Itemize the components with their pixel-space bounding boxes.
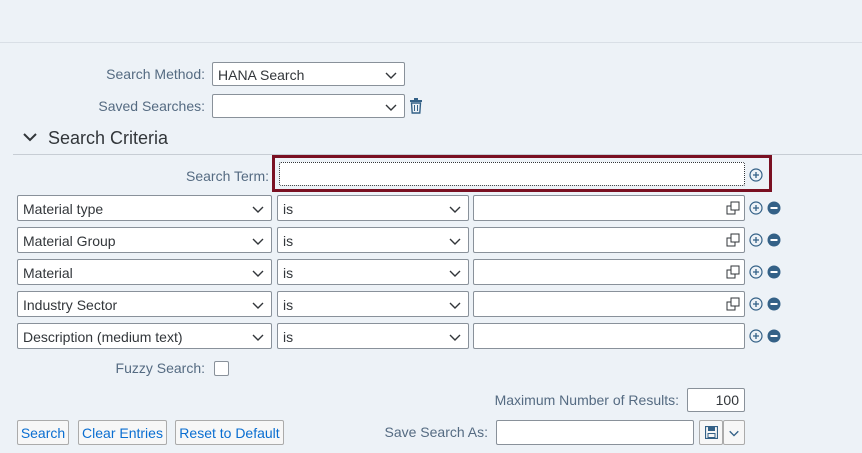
- remove-row-icon[interactable]: [767, 201, 781, 215]
- remove-row-icon[interactable]: [767, 329, 781, 343]
- saved-searches-select[interactable]: [212, 94, 405, 118]
- add-row-icon[interactable]: [749, 297, 763, 311]
- section-title: Search Criteria: [48, 128, 169, 148]
- saved-searches-label: Saved Searches:: [98, 98, 205, 114]
- value-help-icon[interactable]: [726, 233, 740, 247]
- delete-icon[interactable]: [409, 98, 423, 114]
- chevron-down-icon: [449, 238, 461, 245]
- criteria-value-input[interactable]: [473, 195, 745, 221]
- add-icon[interactable]: [749, 168, 763, 182]
- search-method-select[interactable]: HANA Search: [212, 62, 405, 86]
- criteria-operator-value: is: [283, 265, 294, 281]
- clear-entries-button[interactable]: Clear Entries: [78, 420, 167, 445]
- value-help-icon[interactable]: [726, 297, 740, 311]
- chevron-down-icon: [252, 206, 264, 213]
- chevron-down-icon: [449, 270, 461, 277]
- chevron-down-icon: [385, 104, 397, 111]
- max-results-label: Maximum Number of Results:: [494, 392, 679, 408]
- add-row-icon[interactable]: [749, 233, 763, 247]
- criteria-operator-select[interactable]: is: [277, 323, 469, 349]
- criteria-operator-select[interactable]: is: [277, 227, 469, 253]
- add-row-icon[interactable]: [749, 201, 763, 215]
- reset-default-button[interactable]: Reset to Default: [175, 420, 284, 445]
- chevron-down-icon: [729, 430, 739, 437]
- criteria-field-select[interactable]: Industry Sector: [17, 291, 272, 317]
- criteria-value-input[interactable]: [473, 227, 745, 253]
- criteria-operator-value: is: [283, 201, 294, 217]
- max-results-input[interactable]: 100: [687, 388, 745, 412]
- chevron-down-icon: [449, 302, 461, 309]
- value-help-icon[interactable]: [726, 201, 740, 215]
- chevron-down-icon: [252, 238, 264, 245]
- criteria-operator-value: is: [283, 329, 294, 345]
- criteria-field-select[interactable]: Material: [17, 259, 272, 285]
- criteria-value-input[interactable]: [473, 291, 745, 317]
- chevron-down-icon: [449, 206, 461, 213]
- criteria-field-value: Material type: [23, 201, 104, 217]
- fuzzy-search-checkbox[interactable]: [214, 361, 229, 376]
- criteria-operator-select[interactable]: is: [277, 195, 469, 221]
- criteria-field-value: Material Group: [23, 233, 116, 249]
- criteria-operator-value: is: [283, 233, 294, 249]
- criteria-value-input[interactable]: [473, 259, 745, 285]
- remove-row-icon[interactable]: [767, 297, 781, 311]
- collapse-chevron-icon[interactable]: [22, 130, 38, 144]
- criteria-field-select[interactable]: Description (medium text): [17, 323, 272, 349]
- criteria-operator-select[interactable]: is: [277, 259, 469, 285]
- max-results-value: 100: [715, 392, 739, 408]
- criteria-field-value: Industry Sector: [23, 297, 118, 313]
- chevron-down-icon: [252, 334, 264, 341]
- fuzzy-search-label: Fuzzy Search:: [115, 360, 205, 376]
- search-term-label: Search Term:: [186, 168, 269, 184]
- save-icon: [705, 426, 718, 439]
- remove-row-icon[interactable]: [767, 233, 781, 247]
- save-button[interactable]: [699, 420, 723, 445]
- save-options-button[interactable]: [723, 420, 745, 445]
- criteria-field-value: Material: [23, 265, 73, 281]
- criteria-operator-value: is: [283, 297, 294, 313]
- value-help-icon[interactable]: [726, 265, 740, 279]
- top-toolbar: [0, 0, 862, 43]
- search-term-input[interactable]: [279, 162, 745, 186]
- remove-row-icon[interactable]: [767, 265, 781, 279]
- search-method-value: HANA Search: [218, 67, 305, 83]
- criteria-field-value: Description (medium text): [23, 329, 183, 345]
- save-search-label: Save Search As:: [384, 424, 488, 440]
- chevron-down-icon: [252, 302, 264, 309]
- chevron-down-icon: [385, 72, 397, 79]
- search-button[interactable]: Search: [17, 420, 69, 445]
- add-row-icon[interactable]: [749, 329, 763, 343]
- chevron-down-icon: [252, 270, 264, 277]
- chevron-down-icon: [449, 334, 461, 341]
- criteria-value-input[interactable]: [473, 323, 745, 349]
- add-row-icon[interactable]: [749, 265, 763, 279]
- criteria-field-select[interactable]: Material Group: [17, 227, 272, 253]
- search-method-label: Search Method:: [106, 66, 205, 82]
- criteria-operator-select[interactable]: is: [277, 291, 469, 317]
- save-search-input[interactable]: [496, 420, 694, 445]
- criteria-field-select[interactable]: Material type: [17, 195, 272, 221]
